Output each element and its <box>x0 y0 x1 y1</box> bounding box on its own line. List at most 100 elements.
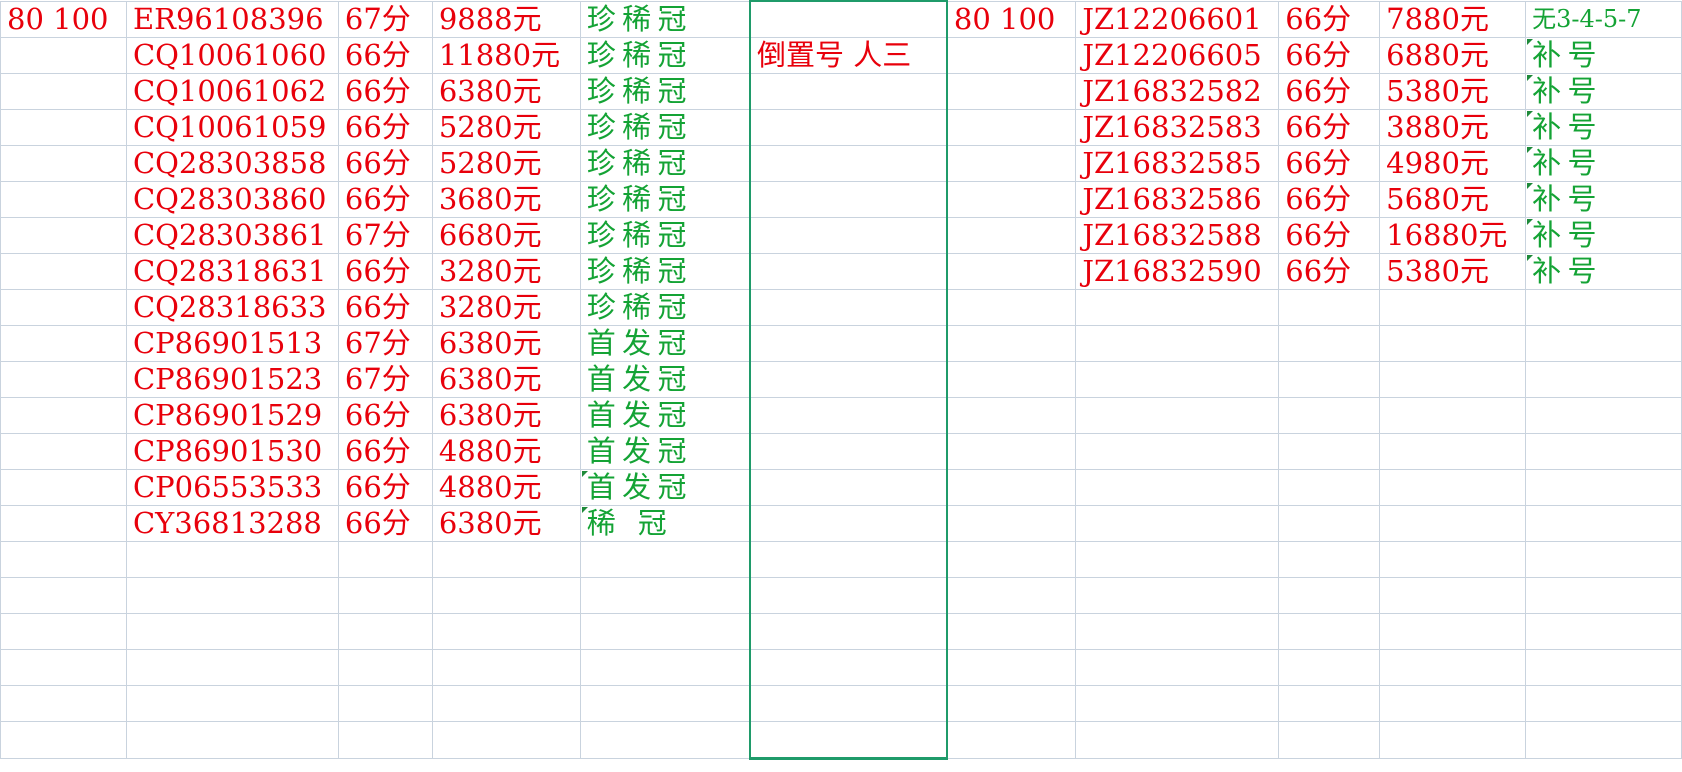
cell-K2[interactable]: 补号 <box>1525 37 1682 74</box>
cell-K3[interactable]: 补号 <box>1525 73 1682 110</box>
cell-B1[interactable]: ER96108396 <box>125 0 339 38</box>
cell-H17[interactable] <box>1075 577 1280 614</box>
cell-D5[interactable]: 5280元 <box>431 145 581 182</box>
cell-F19[interactable] <box>749 649 948 686</box>
cell-K1[interactable]: 无3-4-5-7 <box>1525 0 1682 38</box>
cell-I11[interactable] <box>1278 361 1381 398</box>
cell-H20[interactable] <box>1075 685 1280 722</box>
cell-F2[interactable]: 倒置号 人三 <box>749 37 948 74</box>
cell-D2[interactable]: 11880元 <box>431 37 581 74</box>
cell-J14[interactable] <box>1379 469 1527 506</box>
cell-E14[interactable]: 首发冠 <box>579 469 751 506</box>
cell-F12[interactable] <box>749 397 948 434</box>
cell-C14[interactable]: 66分 <box>337 469 433 506</box>
cell-I12[interactable] <box>1278 397 1381 434</box>
cell-B18[interactable] <box>125 613 339 650</box>
cell-H12[interactable] <box>1075 397 1280 434</box>
cell-B13[interactable]: CP86901530 <box>125 433 339 470</box>
cell-I9[interactable] <box>1278 289 1381 326</box>
cell-C15[interactable]: 66分 <box>337 505 433 542</box>
cell-I17[interactable] <box>1278 577 1381 614</box>
cell-G4[interactable] <box>946 109 1077 146</box>
cell-A5[interactable] <box>0 145 127 182</box>
cell-K9[interactable] <box>1525 289 1682 326</box>
cell-H10[interactable] <box>1075 325 1280 362</box>
cell-I3[interactable]: 66分 <box>1278 73 1381 110</box>
cell-D7[interactable]: 6680元 <box>431 217 581 254</box>
cell-F9[interactable] <box>749 289 948 326</box>
cell-D3[interactable]: 6380元 <box>431 73 581 110</box>
cell-G5[interactable] <box>946 145 1077 182</box>
cell-J9[interactable] <box>1379 289 1527 326</box>
cell-J1[interactable]: 7880元 <box>1379 0 1527 38</box>
cell-A1[interactable]: 80 100 <box>0 0 127 38</box>
cell-G19[interactable] <box>946 649 1077 686</box>
cell-H15[interactable] <box>1075 505 1280 542</box>
cell-G17[interactable] <box>946 577 1077 614</box>
cell-F18[interactable] <box>749 613 948 650</box>
cell-K18[interactable] <box>1525 613 1682 650</box>
cell-F3[interactable] <box>749 73 948 110</box>
cell-G8[interactable] <box>946 253 1077 290</box>
cell-K20[interactable] <box>1525 685 1682 722</box>
cell-H14[interactable] <box>1075 469 1280 506</box>
cell-B6[interactable]: CQ28303860 <box>125 181 339 218</box>
cell-C1[interactable]: 67分 <box>337 0 433 38</box>
cell-B9[interactable]: CQ28318633 <box>125 289 339 326</box>
cell-G7[interactable] <box>946 217 1077 254</box>
cell-G16[interactable] <box>946 541 1077 578</box>
cell-F17[interactable] <box>749 577 948 614</box>
cell-H9[interactable] <box>1075 289 1280 326</box>
cell-J4[interactable]: 3880元 <box>1379 109 1527 146</box>
cell-J5[interactable]: 4980元 <box>1379 145 1527 182</box>
cell-B15[interactable]: CY36813288 <box>125 505 339 542</box>
cell-I16[interactable] <box>1278 541 1381 578</box>
cell-D10[interactable]: 6380元 <box>431 325 581 362</box>
cell-E6[interactable]: 珍稀冠 <box>579 181 751 218</box>
cell-H5[interactable]: JZ16832585 <box>1075 145 1280 182</box>
cell-A17[interactable] <box>0 577 127 614</box>
cell-E17[interactable] <box>579 577 751 614</box>
cell-A10[interactable] <box>0 325 127 362</box>
cell-B12[interactable]: CP86901529 <box>125 397 339 434</box>
cell-K17[interactable] <box>1525 577 1682 614</box>
cell-J15[interactable] <box>1379 505 1527 542</box>
cell-K15[interactable] <box>1525 505 1682 542</box>
cell-J8[interactable]: 5380元 <box>1379 253 1527 290</box>
cell-A15[interactable] <box>0 505 127 542</box>
cell-I14[interactable] <box>1278 469 1381 506</box>
cell-B21[interactable] <box>125 721 339 759</box>
cell-B17[interactable] <box>125 577 339 614</box>
cell-H2[interactable]: JZ12206605 <box>1075 37 1280 74</box>
cell-C4[interactable]: 66分 <box>337 109 433 146</box>
cell-K8[interactable]: 补号 <box>1525 253 1682 290</box>
cell-J10[interactable] <box>1379 325 1527 362</box>
cell-K11[interactable] <box>1525 361 1682 398</box>
cell-E19[interactable] <box>579 649 751 686</box>
cell-B2[interactable]: CQ10061060 <box>125 37 339 74</box>
cell-E5[interactable]: 珍稀冠 <box>579 145 751 182</box>
cell-K6[interactable]: 补号 <box>1525 181 1682 218</box>
cell-J17[interactable] <box>1379 577 1527 614</box>
cell-C2[interactable]: 66分 <box>337 37 433 74</box>
cell-A20[interactable] <box>0 685 127 722</box>
cell-J19[interactable] <box>1379 649 1527 686</box>
cell-F6[interactable] <box>749 181 948 218</box>
cell-D1[interactable]: 9888元 <box>431 0 581 38</box>
cell-A6[interactable] <box>0 181 127 218</box>
cell-A18[interactable] <box>0 613 127 650</box>
cell-D20[interactable] <box>431 685 581 722</box>
cell-E13[interactable]: 首发冠 <box>579 433 751 470</box>
cell-K4[interactable]: 补号 <box>1525 109 1682 146</box>
cell-E7[interactable]: 珍稀冠 <box>579 217 751 254</box>
cell-E10[interactable]: 首发冠 <box>579 325 751 362</box>
cell-K7[interactable]: 补号 <box>1525 217 1682 254</box>
cell-D15[interactable]: 6380元 <box>431 505 581 542</box>
cell-K14[interactable] <box>1525 469 1682 506</box>
cell-G15[interactable] <box>946 505 1077 542</box>
cell-D13[interactable]: 4880元 <box>431 433 581 470</box>
cell-J6[interactable]: 5680元 <box>1379 181 1527 218</box>
cell-I18[interactable] <box>1278 613 1381 650</box>
cell-F14[interactable] <box>749 469 948 506</box>
cell-C6[interactable]: 66分 <box>337 181 433 218</box>
